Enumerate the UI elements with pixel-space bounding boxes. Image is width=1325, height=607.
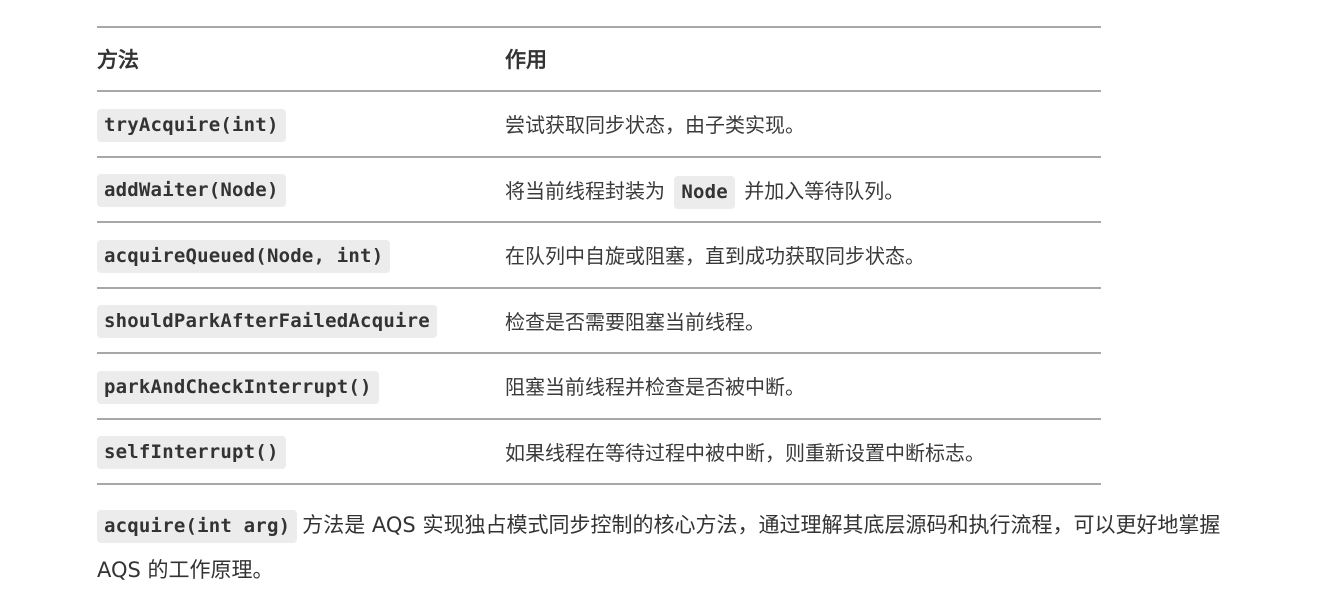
method-code: acquireQueued(Node, int) — [97, 239, 391, 273]
method-code: shouldParkAfterFailedAcquire — [97, 305, 437, 339]
header-method: 方法 — [97, 48, 139, 72]
method-code: parkAndCheckInterrupt() — [97, 370, 379, 404]
method-code: selfInterrupt() — [97, 436, 286, 470]
method-code: addWaiter(Node) — [97, 174, 286, 208]
method-cell: acquireQueued(Node, int) — [97, 222, 505, 288]
summary-code: acquire(int arg) — [97, 510, 298, 543]
description-text: 阻塞当前线程并检查是否被中断。 — [505, 375, 805, 400]
document-content: 方法 作用 tryAcquire(int) 尝试获取同步状态，由子类实现。 ad… — [97, 26, 1227, 607]
description-text: 在队列中自旋或阻塞，直到成功获取同步状态。 — [505, 244, 925, 269]
description-text: 并加入等待队列。 — [744, 178, 905, 203]
method-cell: shouldParkAfterFailedAcquire — [97, 288, 505, 354]
header-purpose: 作用 — [505, 48, 547, 72]
description-cell: 如果线程在等待过程中被中断，则重新设置中断标志。 — [505, 419, 1101, 485]
method-cell: selfInterrupt() — [97, 419, 505, 485]
description-text: 将当前线程封装为 — [505, 178, 665, 203]
table-header-row: 方法 作用 — [97, 27, 1101, 91]
description-cell: 阻塞当前线程并检查是否被中断。 — [505, 353, 1101, 419]
description-text: 尝试获取同步状态，由子类实现。 — [505, 113, 805, 138]
description-cell: 尝试获取同步状态，由子类实现。 — [505, 91, 1101, 157]
description-text: 检查是否需要阻塞当前线程。 — [505, 309, 765, 334]
inline-code: Node — [674, 175, 735, 209]
method-code: tryAcquire(int) — [97, 108, 286, 142]
description-cell: 在队列中自旋或阻塞，直到成功获取同步状态。 — [505, 222, 1101, 288]
table-row: selfInterrupt() 如果线程在等待过程中被中断，则重新设置中断标志。 — [97, 418, 1101, 485]
method-cell: tryAcquire(int) — [97, 91, 505, 157]
table-row: addWaiter(Node) 将当前线程封装为 Node 并加入等待队列。 — [97, 156, 1101, 223]
table-row: acquireQueued(Node, int) 在队列中自旋或阻塞，直到成功获… — [97, 222, 1101, 288]
summary-paragraph: acquire(int arg) 方法是 AQS 实现独占模式同步控制的核心方法，… — [97, 503, 1227, 592]
table-row: shouldParkAfterFailedAcquire 检查是否需要阻塞当前线… — [97, 287, 1101, 354]
description-cell: 检查是否需要阻塞当前线程。 — [505, 288, 1101, 354]
methods-table: 方法 作用 tryAcquire(int) 尝试获取同步状态，由子类实现。 ad… — [97, 26, 1101, 485]
description-cell: 将当前线程封装为 Node 并加入等待队列。 — [505, 157, 1101, 223]
method-cell: parkAndCheckInterrupt() — [97, 353, 505, 419]
table-row: parkAndCheckInterrupt() 阻塞当前线程并检查是否被中断。 — [97, 353, 1101, 419]
method-cell: addWaiter(Node) — [97, 157, 505, 223]
table-row: tryAcquire(int) 尝试获取同步状态，由子类实现。 — [97, 91, 1101, 157]
description-text: 如果线程在等待过程中被中断，则重新设置中断标志。 — [505, 440, 985, 465]
